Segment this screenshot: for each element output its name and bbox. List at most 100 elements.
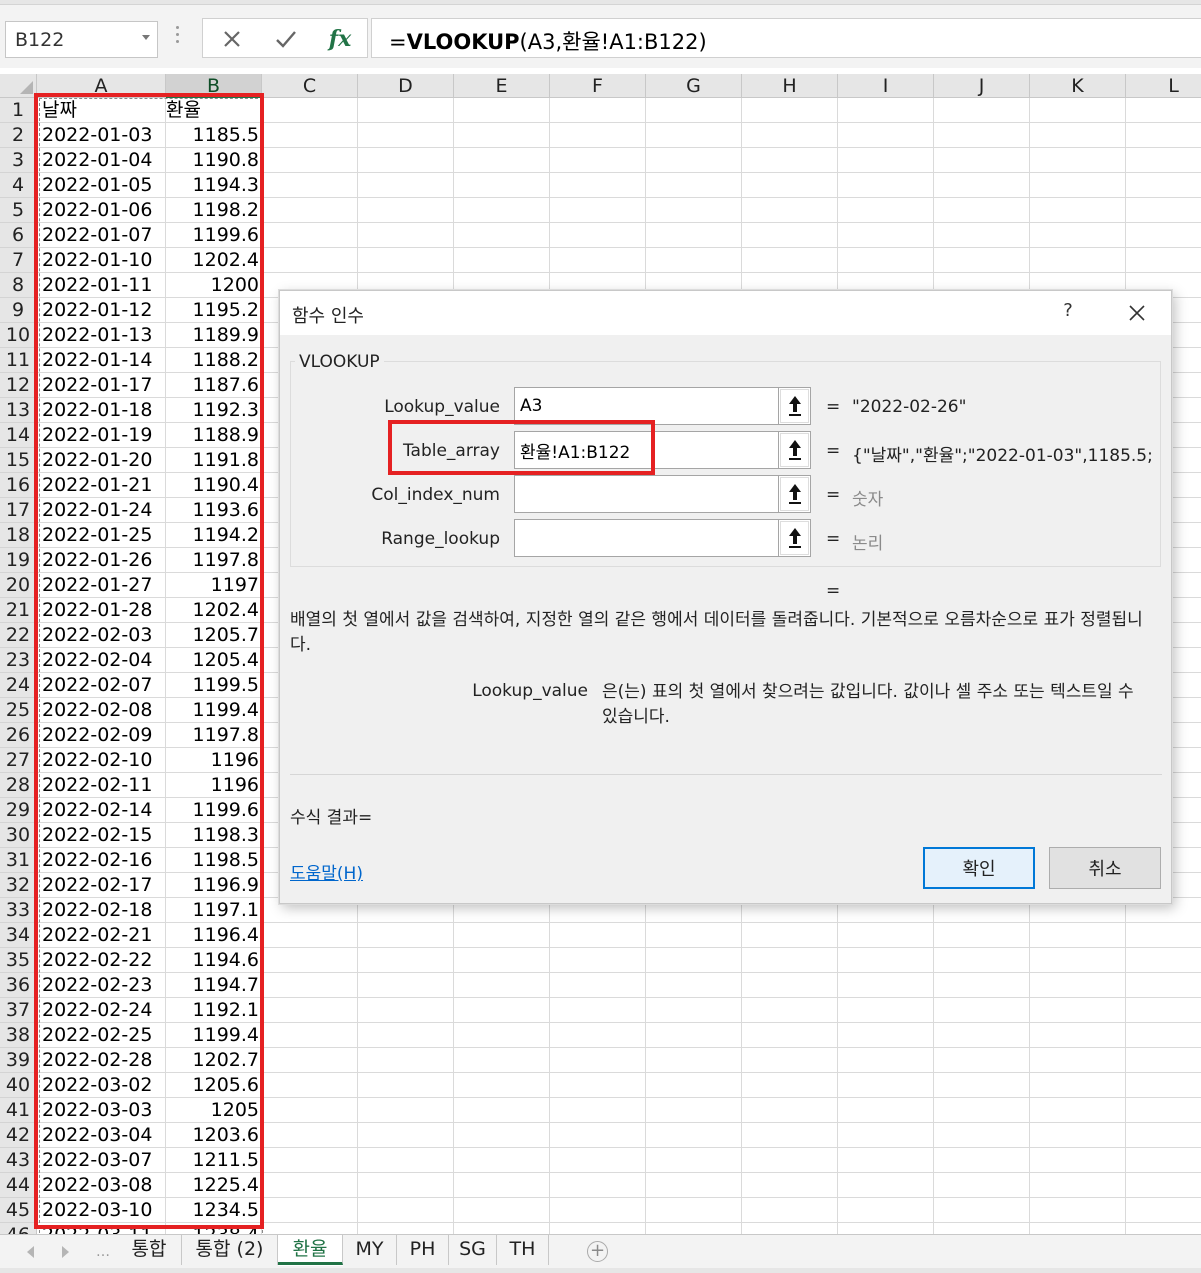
cell-date[interactable]: 2022-01-06: [42, 198, 164, 223]
row-header[interactable]: 15: [0, 448, 37, 473]
row-header[interactable]: 12: [0, 373, 37, 398]
cell-date[interactable]: 2022-02-22: [42, 948, 164, 973]
cell-rate[interactable]: 1194.7: [166, 973, 259, 998]
row-header[interactable]: 33: [0, 898, 37, 923]
cell-date[interactable]: 2022-01-12: [42, 298, 164, 323]
cell-date[interactable]: 2022-02-25: [42, 1023, 164, 1048]
insert-function-button[interactable]: fx: [315, 19, 365, 59]
cell-date[interactable]: 2022-02-28: [42, 1048, 164, 1073]
cell-rate[interactable]: 1205.6: [166, 1073, 259, 1098]
tab-scroll-left-icon[interactable]: [27, 1246, 34, 1258]
tab-overflow-dots[interactable]: …: [96, 1244, 112, 1260]
row-header[interactable]: 27: [0, 748, 37, 773]
cell-date[interactable]: 2022-02-08: [42, 698, 164, 723]
cell-rate[interactable]: 1202.7: [166, 1048, 259, 1073]
row-header[interactable]: 45: [0, 1198, 37, 1223]
cell-rate[interactable]: 1211.5: [166, 1148, 259, 1173]
column-header-k[interactable]: K: [1030, 74, 1126, 98]
select-all-corner[interactable]: [0, 74, 37, 98]
row-header[interactable]: 16: [0, 473, 37, 498]
arg-input-lookup-value[interactable]: [514, 387, 811, 425]
row-header[interactable]: 43: [0, 1148, 37, 1173]
row-header[interactable]: 23: [0, 648, 37, 673]
cell-date[interactable]: 2022-02-15: [42, 823, 164, 848]
collapse-dialog-button[interactable]: [778, 387, 811, 425]
row-header[interactable]: 32: [0, 873, 37, 898]
cell-rate[interactable]: 1189.9: [166, 323, 259, 348]
column-header-a[interactable]: A: [37, 74, 166, 98]
cell-date[interactable]: 2022-03-04: [42, 1123, 164, 1148]
ok-button[interactable]: 확인: [923, 847, 1035, 889]
row-header[interactable]: 3: [0, 148, 37, 173]
cell-rate[interactable]: 1205.4: [166, 648, 259, 673]
cell-date[interactable]: 2022-02-09: [42, 723, 164, 748]
collapse-dialog-button[interactable]: [778, 431, 811, 469]
cell-rate[interactable]: 1238.4: [166, 1223, 259, 1234]
cell-rate[interactable]: 1202.4: [166, 598, 259, 623]
cell-date[interactable]: 날짜: [42, 98, 164, 123]
cell-date[interactable]: 2022-01-20: [42, 448, 164, 473]
column-header-b[interactable]: B: [166, 74, 262, 98]
row-header[interactable]: 46: [0, 1223, 37, 1234]
cell-rate[interactable]: 1234.5: [166, 1198, 259, 1223]
collapse-dialog-button[interactable]: [778, 475, 811, 513]
cell-date[interactable]: 2022-03-07: [42, 1148, 164, 1173]
row-header[interactable]: 31: [0, 848, 37, 873]
sheet-tab[interactable]: 환율: [278, 1235, 343, 1265]
cell-date[interactable]: 2022-01-07: [42, 223, 164, 248]
cell-date[interactable]: 2022-02-16: [42, 848, 164, 873]
cell-date[interactable]: 2022-01-11: [42, 273, 164, 298]
row-header[interactable]: 37: [0, 998, 37, 1023]
sheet-tab[interactable]: TH: [497, 1235, 549, 1265]
cell-date[interactable]: 2022-03-11: [42, 1223, 164, 1234]
column-header-j[interactable]: J: [934, 74, 1030, 98]
cell-rate[interactable]: 1185.5: [166, 123, 259, 148]
row-header[interactable]: 17: [0, 498, 37, 523]
cell-date[interactable]: 2022-02-11: [42, 773, 164, 798]
cell-rate[interactable]: 1199.5: [166, 673, 259, 698]
cell-rate[interactable]: 1197.1: [166, 898, 259, 923]
row-header[interactable]: 24: [0, 673, 37, 698]
row-header[interactable]: 2: [0, 123, 37, 148]
cancel-entry-button[interactable]: [207, 19, 257, 59]
help-link[interactable]: 도움말(H): [290, 859, 363, 884]
column-header-h[interactable]: H: [742, 74, 838, 98]
cell-date[interactable]: 2022-03-10: [42, 1198, 164, 1223]
row-header[interactable]: 13: [0, 398, 37, 423]
cell-date[interactable]: 2022-03-03: [42, 1098, 164, 1123]
cell-rate[interactable]: 1195.2: [166, 298, 259, 323]
cell-rate[interactable]: 1199.6: [166, 798, 259, 823]
cell-date[interactable]: 2022-01-21: [42, 473, 164, 498]
row-header[interactable]: 22: [0, 623, 37, 648]
row-header[interactable]: 20: [0, 573, 37, 598]
sheet-tab[interactable]: 통합: [117, 1235, 182, 1265]
cell-rate[interactable]: 1198.5: [166, 848, 259, 873]
column-header-f[interactable]: F: [550, 74, 646, 98]
cell-rate[interactable]: 1205.7: [166, 623, 259, 648]
cell-date[interactable]: 2022-01-27: [42, 573, 164, 598]
cell-date[interactable]: 2022-01-25: [42, 523, 164, 548]
cell-rate[interactable]: 1199.4: [166, 1023, 259, 1048]
cell-date[interactable]: 2022-02-07: [42, 673, 164, 698]
cell-rate[interactable]: 1190.4: [166, 473, 259, 498]
cancel-button[interactable]: 취소: [1049, 847, 1161, 889]
row-header[interactable]: 34: [0, 923, 37, 948]
sheet-tab[interactable]: PH: [397, 1235, 449, 1265]
cell-date[interactable]: 2022-01-18: [42, 398, 164, 423]
cell-rate[interactable]: 1187.6: [166, 373, 259, 398]
row-header[interactable]: 7: [0, 248, 37, 273]
row-header[interactable]: 30: [0, 823, 37, 848]
cell-rate[interactable]: 1196: [166, 773, 259, 798]
row-header[interactable]: 21: [0, 598, 37, 623]
cell-date[interactable]: 2022-01-03: [42, 123, 164, 148]
row-header[interactable]: 40: [0, 1073, 37, 1098]
row-header[interactable]: 36: [0, 973, 37, 998]
row-header[interactable]: 9: [0, 298, 37, 323]
cell-date[interactable]: 2022-01-28: [42, 598, 164, 623]
cell-rate[interactable]: 1196.9: [166, 873, 259, 898]
cell-rate[interactable]: 1199.6: [166, 223, 259, 248]
row-header[interactable]: 44: [0, 1173, 37, 1198]
cell-date[interactable]: 2022-01-19: [42, 423, 164, 448]
cell-rate[interactable]: 1198.3: [166, 823, 259, 848]
cell-date[interactable]: 2022-03-08: [42, 1173, 164, 1198]
